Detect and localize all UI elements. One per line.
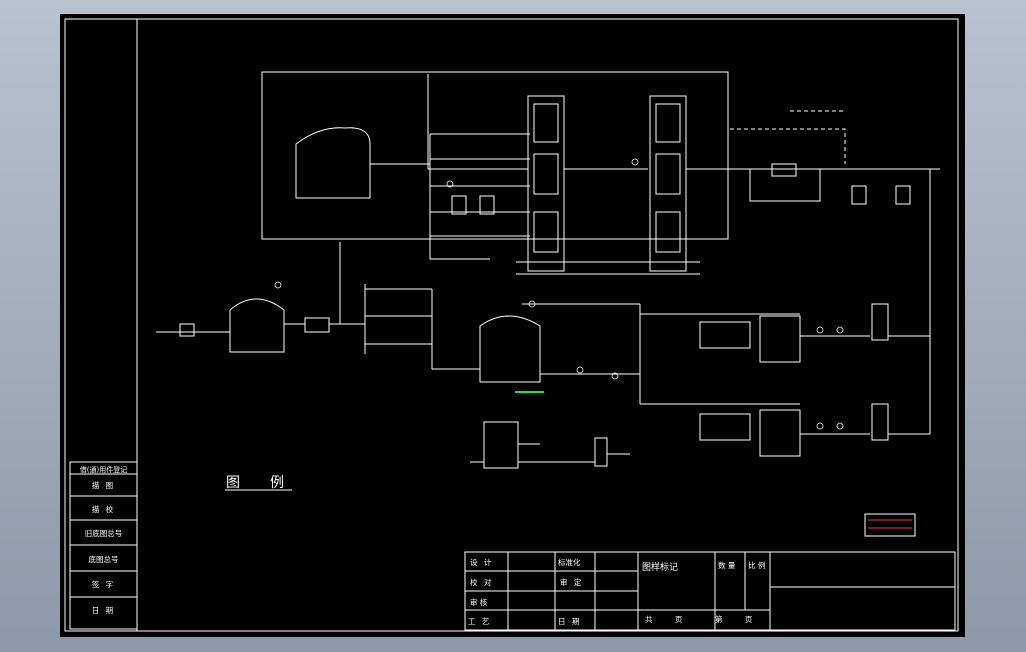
drawing-sheet: 借(通)用件登记 描 图 描 校 旧底图总号 底图总号 签 字 日 期 图例 设… — [60, 14, 965, 637]
tb-review: 审 核 — [470, 598, 488, 607]
tb-check: 校 对 — [470, 578, 494, 587]
side-row-trace-check: 描 校 — [91, 505, 116, 514]
process-flow-diagram — [64, 18, 959, 632]
side-register-header: 借(通)用件登记 — [79, 466, 128, 474]
tb-quantity: 数 量 — [718, 561, 736, 570]
side-row-trace: 描 图 — [91, 481, 116, 490]
drawing-border — [64, 18, 959, 632]
tb-page: 第 页 — [715, 615, 763, 624]
legend-title: 图例 — [226, 475, 314, 491]
tb-drawing-mark: 图样标记 — [642, 563, 679, 573]
column-stack-2 — [649, 95, 687, 272]
side-row-date: 日 期 — [91, 606, 116, 615]
side-row-old-drawing-no: 旧底图总号 — [84, 529, 123, 538]
column-stack-1 — [527, 95, 565, 272]
tb-date: 日 期 — [558, 617, 582, 626]
side-row-drawing-no: 底图总号 — [88, 555, 119, 564]
tb-process: 工 艺 — [468, 617, 492, 626]
tb-standardize: 标准化 — [558, 558, 581, 567]
storage-tank-left — [229, 298, 285, 353]
storage-tank-top — [295, 127, 371, 199]
tb-approve: 审 定 — [560, 578, 584, 587]
storage-tank-center — [479, 315, 541, 383]
side-row-signature: 签 字 — [91, 580, 116, 589]
tb-scale: 比 例 — [748, 561, 766, 570]
heat-exchanger-box — [749, 168, 821, 202]
tb-total-pages: 共 页 — [645, 615, 693, 624]
manifold-lower — [759, 409, 801, 457]
vessel-lower — [871, 403, 889, 441]
storage-tank-bottom — [483, 421, 519, 469]
annotation-box — [864, 513, 916, 537]
vessel-upper — [871, 303, 889, 341]
tb-design: 设 计 — [470, 558, 494, 567]
manifold-upper — [759, 315, 801, 363]
